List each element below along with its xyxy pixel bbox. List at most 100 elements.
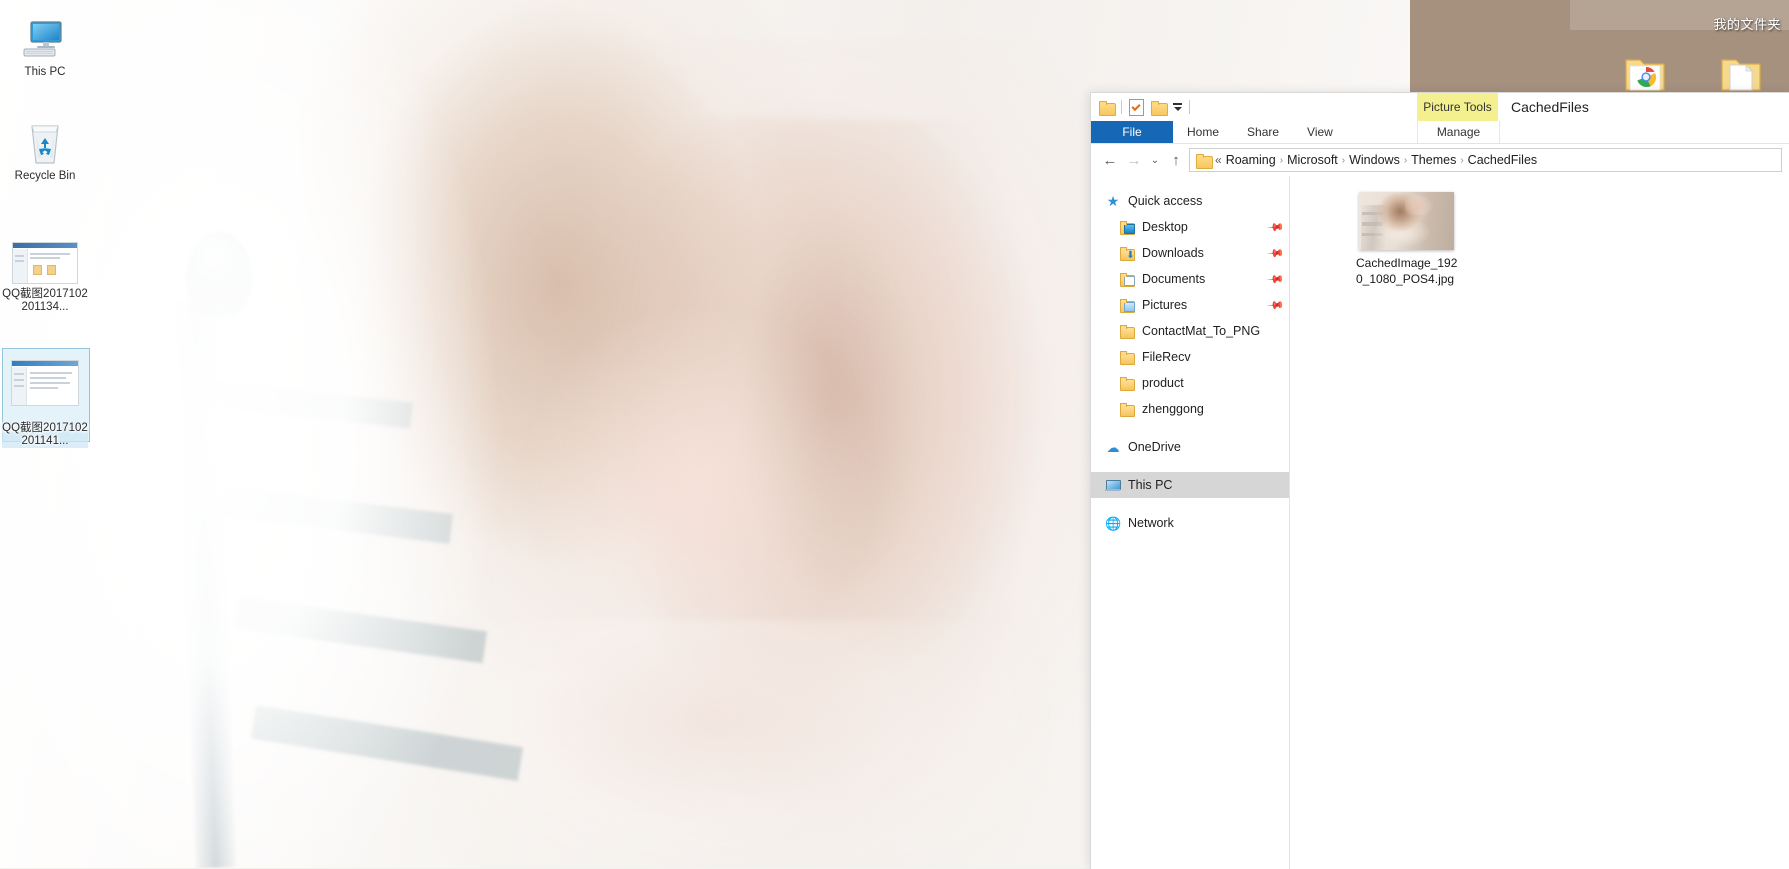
recent-locations-button[interactable]: ⌄ [1147, 149, 1163, 171]
desktop-icon-recycle-bin[interactable]: Recycle Bin [2, 114, 88, 183]
sidebar-item-documents[interactable]: Documents 📌 [1091, 266, 1289, 292]
folder-chrome-icon [1625, 59, 1665, 91]
sidebar-item-label: Downloads [1142, 246, 1204, 260]
chevron-right-icon[interactable]: › [1404, 155, 1407, 166]
window-title: CachedFiles [1511, 99, 1589, 115]
computer-icon [2, 10, 88, 62]
sidebar-item-zhenggong[interactable]: zhenggong [1091, 396, 1289, 422]
sidebar-item-label: ContactMat_To_PNG [1142, 324, 1261, 338]
desktop-icon-label: QQ截图2017102201134... [2, 288, 88, 313]
forward-button[interactable]: → [1123, 149, 1145, 171]
navigation-pane[interactable]: ★ Quick access Desktop 📌 ⬇ Downloads 📌 D… [1091, 176, 1290, 869]
tab-view[interactable]: View [1293, 121, 1347, 143]
desktop-folder-icon [1119, 220, 1135, 235]
screenshot-thumbnail-icon [2, 232, 88, 284]
desktop-icon-label: This PC [24, 66, 66, 78]
file-list-pane[interactable]: CachedImage_1920_1080_POS4.jpg [1290, 176, 1789, 869]
pin-icon[interactable]: 📌 [1267, 244, 1286, 262]
chevron-right-icon[interactable]: › [1342, 155, 1345, 166]
contextual-tools-title: Picture Tools [1417, 93, 1498, 121]
network-icon: 🌐 [1105, 515, 1122, 531]
sidebar-item-contactmat-to-png[interactable]: ContactMat_To_PNG [1091, 318, 1289, 344]
sidebar-item-label: product [1142, 376, 1184, 390]
folder-icon [1119, 350, 1135, 365]
star-pin-icon: ★ [1106, 192, 1120, 209]
sidebar-item-onedrive[interactable]: ☁ OneDrive [1091, 434, 1289, 460]
explorer-body: ★ Quick access Desktop 📌 ⬇ Downloads 📌 D… [1091, 176, 1789, 869]
folder-icon [1119, 402, 1135, 417]
sidebar-item-label: Documents [1142, 272, 1206, 286]
file-explorer-window[interactable]: Picture Tools CachedFiles File Home Shar… [1090, 92, 1789, 869]
corner-folder-group-label: 我的文件夹 [1713, 17, 1781, 32]
folder-icon[interactable] [1099, 100, 1116, 116]
breadcrumb-item-windows[interactable]: Windows [1349, 153, 1400, 167]
screenshot-thumbnail-icon [2, 348, 88, 418]
sidebar-item-pictures[interactable]: Pictures 📌 [1091, 292, 1289, 318]
tab-manage[interactable]: Manage [1417, 121, 1500, 143]
breadcrumb-overflow[interactable]: « [1215, 153, 1222, 167]
folder-icon [1119, 376, 1135, 391]
desktop-icon-qq-screenshot-1[interactable]: QQ截图2017102201134... [2, 232, 88, 314]
sidebar-item-downloads[interactable]: ⬇ Downloads 📌 [1091, 240, 1289, 266]
checkbox-icon[interactable] [1129, 98, 1144, 116]
toolbar-divider [1121, 100, 1122, 114]
chevron-right-icon[interactable]: › [1460, 155, 1463, 166]
pin-icon[interactable]: 📌 [1267, 270, 1286, 288]
sidebar-item-label: Quick access [1128, 194, 1203, 208]
downloads-folder-icon: ⬇ [1119, 246, 1135, 261]
sidebar-item-filerecv[interactable]: FileRecv [1091, 344, 1289, 370]
sidebar-item-product[interactable]: product [1091, 370, 1289, 396]
sidebar-item-label: Desktop [1142, 220, 1188, 234]
file-thumbnail [1359, 192, 1454, 250]
breadcrumb[interactable]: « Roaming › Microsoft › Windows › Themes… [1189, 148, 1782, 172]
chevron-down-icon[interactable] [1173, 103, 1182, 111]
sidebar-item-this-pc[interactable]: This PC [1091, 472, 1289, 498]
onedrive-cloud-icon: ☁ [1106, 439, 1120, 455]
folder-document-icon [1721, 59, 1761, 91]
quick-access-toolbar[interactable]: Picture Tools CachedFiles [1091, 93, 1789, 121]
folder-icon[interactable] [1151, 100, 1168, 116]
recycle-bin-icon [2, 114, 88, 166]
up-button[interactable]: ↑ [1165, 149, 1187, 171]
pin-icon[interactable]: 📌 [1267, 218, 1286, 236]
wallpaper-shoulder [430, 620, 1050, 868]
folder-icon [1119, 324, 1135, 339]
breadcrumb-item-cachedfiles[interactable]: CachedFiles [1468, 153, 1537, 167]
wallpaper-face [520, 300, 880, 660]
tab-file[interactable]: File [1091, 121, 1173, 143]
desktop-icon-this-pc[interactable]: This PC [2, 10, 88, 79]
breadcrumb-item-microsoft[interactable]: Microsoft [1287, 153, 1338, 167]
toolbar-divider [1189, 100, 1190, 114]
tab-share[interactable]: Share [1233, 121, 1293, 143]
breadcrumb-item-roaming[interactable]: Roaming [1226, 153, 1276, 167]
address-bar[interactable]: ← → ⌄ ↑ « Roaming › Microsoft › Windows … [1091, 144, 1789, 176]
pin-icon[interactable]: 📌 [1267, 296, 1286, 314]
documents-folder-icon [1119, 272, 1135, 287]
sidebar-item-label: Pictures [1142, 298, 1188, 312]
sidebar-item-label: zhenggong [1142, 402, 1204, 416]
back-button[interactable]: ← [1099, 149, 1121, 171]
folder-icon [1196, 153, 1213, 169]
sidebar-item-desktop[interactable]: Desktop 📌 [1091, 214, 1289, 240]
sidebar-item-label: OneDrive [1128, 440, 1181, 454]
sidebar-item-label: Network [1128, 516, 1174, 530]
tab-home[interactable]: Home [1173, 121, 1233, 143]
this-pc-icon [1105, 478, 1121, 493]
sidebar-item-network[interactable]: 🌐 Network [1091, 510, 1289, 536]
sidebar-item-quick-access[interactable]: ★ Quick access [1091, 188, 1289, 214]
file-name-label: CachedImage_1920_1080_POS4.jpg [1356, 256, 1458, 286]
tab-spacer [1347, 121, 1789, 143]
file-item[interactable]: CachedImage_1920_1080_POS4.jpg [1354, 192, 1459, 287]
sidebar-item-label: FileRecv [1142, 350, 1191, 364]
sidebar-item-label: This PC [1128, 478, 1173, 492]
breadcrumb-item-themes[interactable]: Themes [1411, 153, 1456, 167]
chevron-right-icon[interactable]: › [1280, 155, 1283, 166]
ribbon-tab-bar[interactable]: File Home Share View Manage [1091, 121, 1789, 143]
pictures-folder-icon [1119, 298, 1135, 313]
desktop-icon-label: QQ截图2017102201141... [2, 422, 88, 448]
desktop-icon-label: Recycle Bin [14, 170, 76, 182]
desktop-icon-qq-screenshot-2[interactable]: QQ截图2017102201141... [2, 348, 90, 448]
